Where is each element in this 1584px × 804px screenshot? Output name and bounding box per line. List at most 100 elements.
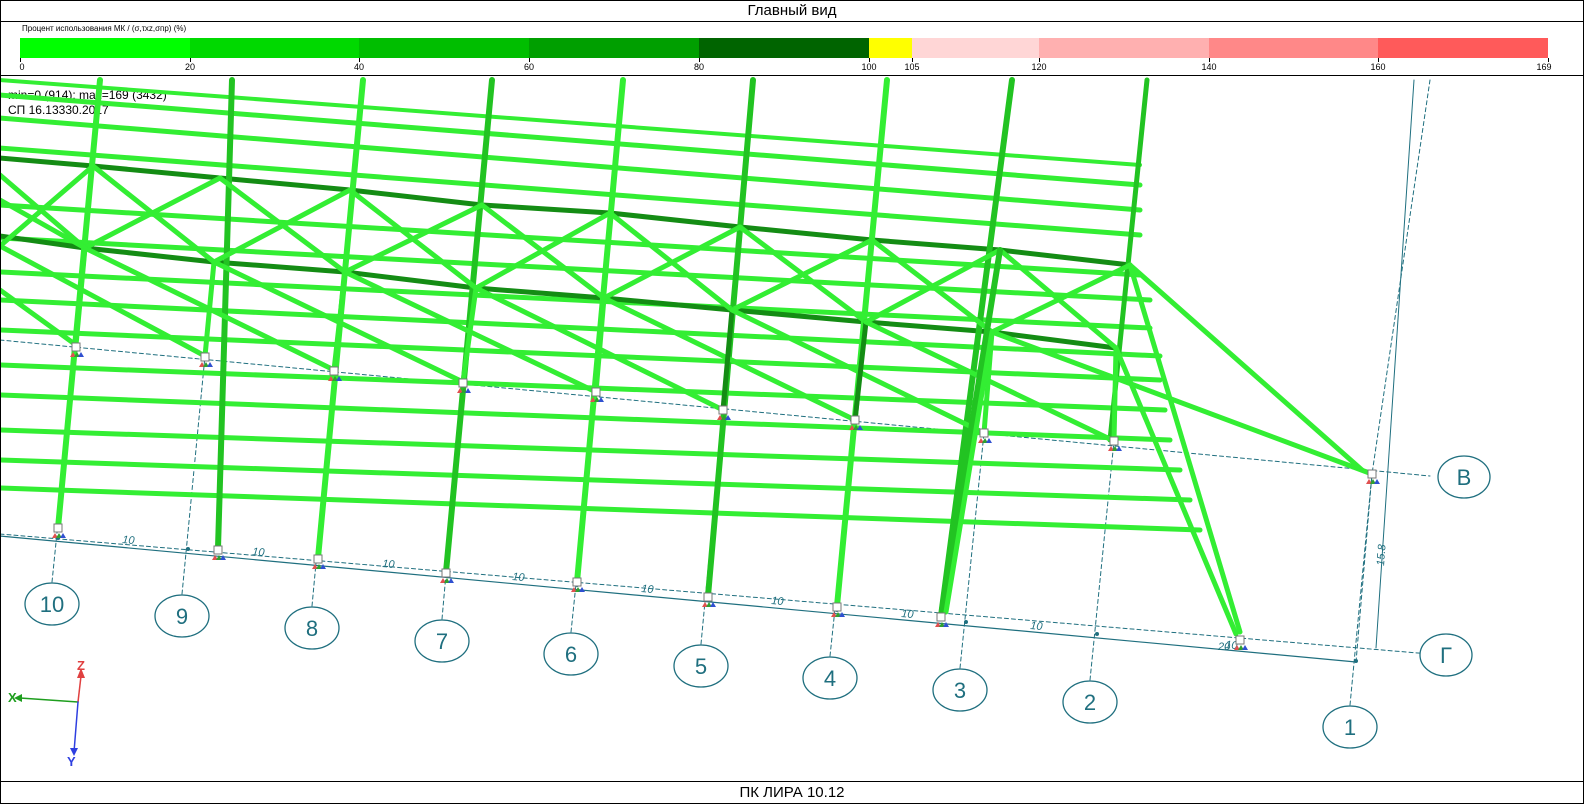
dimension-span-label: 20: [1217, 641, 1231, 653]
legend-tick-label: 40: [353, 62, 365, 72]
support-node: [831, 602, 845, 617]
coordinate-triad: X Z Y: [8, 658, 85, 769]
triad-z-label: Z: [77, 658, 85, 673]
axis-bubble-label: 10: [40, 592, 64, 617]
legend-segment: [529, 38, 699, 58]
dimension-span-label: 10: [512, 571, 526, 584]
support-marker: [207, 362, 213, 367]
node-marker: [200, 352, 210, 362]
brace-member[interactable]: [601, 224, 743, 301]
legend-scale: 0 20 40 60 80 100 105 120 140 160 169: [0, 58, 1584, 74]
node-marker: [441, 568, 451, 578]
legend-tick-label: 0: [19, 62, 25, 72]
support-marker: [1374, 479, 1380, 484]
legend-tick-label: 20: [184, 62, 196, 72]
axis-bubble-column: 2: [1062, 680, 1118, 724]
legend-segment: [359, 38, 529, 58]
axis-bubble-label: 8: [306, 616, 318, 641]
axis-bubble-column: 5: [673, 644, 729, 688]
axis-bubble-label: 6: [565, 642, 577, 667]
legend-segment: [190, 38, 359, 58]
legend-segment: [1039, 38, 1209, 58]
brace-member[interactable]: [0, 287, 79, 348]
support-node: [1234, 635, 1248, 650]
grid-line-column[interactable]: [181, 355, 206, 595]
purlin-member[interactable]: [0, 115, 1143, 213]
dimension-line[interactable]: [0, 535, 1357, 663]
axis-bubble-label: 9: [176, 604, 188, 629]
dimension-tick: [186, 547, 190, 551]
axis-bubble-label: 7: [436, 629, 448, 654]
legend-title: Процент использования МК / (σ,τxz,σпр) (…: [22, 24, 187, 33]
brace-member[interactable]: [473, 210, 613, 291]
legend-segment: [699, 38, 869, 58]
axis-bubble-column: 1: [1322, 705, 1378, 749]
axis-bubble-column: 9: [154, 594, 210, 638]
dimension-tick: [964, 620, 968, 624]
axis-bubble-column: 3: [932, 668, 988, 712]
axis-bubble-label: 3: [954, 678, 966, 703]
support-marker: [448, 578, 454, 583]
legend-segment: [912, 38, 1039, 58]
node-marker: [572, 577, 582, 587]
axis-bubble-column: 10: [24, 582, 80, 626]
node-marker: [213, 545, 223, 555]
end-column-member[interactable]: [1113, 345, 1239, 637]
axis-bubble-label: 1: [1344, 715, 1356, 740]
triad-z-axis[interactable]: [77, 675, 82, 703]
support-node: [717, 405, 731, 420]
axis-bubble-label: В: [1457, 465, 1472, 490]
support-node: [935, 612, 949, 627]
legend-segment: [1378, 38, 1548, 58]
dimension-span-label: 10: [1030, 620, 1044, 633]
node-marker: [703, 592, 713, 602]
node-marker: [1367, 469, 1377, 479]
legend-tick-label: 140: [1201, 62, 1217, 72]
axis-bubble-label: 4: [824, 666, 836, 691]
dimension-tick: [1354, 659, 1358, 663]
node-marker: [936, 612, 946, 622]
support-node: [440, 568, 454, 583]
node-marker: [591, 387, 601, 397]
node-marker: [832, 602, 842, 612]
purlin-member[interactable]: [0, 78, 1142, 167]
grid-line-column[interactable]: [1089, 440, 1115, 681]
dimension-span-label: 10: [771, 595, 785, 608]
triad-x-label: X: [8, 690, 17, 705]
axis-bubble-label: 5: [695, 654, 707, 679]
axis-bubble-row: В: [1437, 455, 1491, 499]
axis-bubble-column: 6: [543, 632, 599, 676]
node-marker: [53, 523, 63, 533]
triad-y-axis[interactable]: [73, 701, 79, 753]
dimension-span-label: 10: [252, 546, 266, 559]
status-bar: ПК ЛИРА 10.12: [1, 781, 1583, 803]
brace-member[interactable]: [1111, 345, 1119, 444]
legend-tick-label: 160: [1370, 62, 1386, 72]
grid-line-extension[interactable]: [1371, 79, 1431, 475]
purlin-member[interactable]: [0, 145, 1143, 238]
dimension-span-label: 10: [641, 583, 655, 596]
support-marker: [60, 533, 66, 538]
node-marker: [71, 342, 81, 352]
model-viewport[interactable]: 10 10 10 10 10 10 10 10 10 20 15.8 10 9 8 7 6 5 4 3 2 1 В Г X…: [0, 76, 1584, 780]
axis-labels-layer: 10 9 8 7 6 5 4 3 2 1 В Г: [24, 455, 1491, 749]
end-column-member[interactable]: [1127, 262, 1243, 635]
dimension-span-label: 10: [901, 608, 915, 621]
support-marker: [78, 352, 84, 357]
dimension-span-label: 10: [382, 558, 396, 571]
legend-tick-label: 80: [693, 62, 705, 72]
support-marker: [1116, 446, 1122, 451]
triad-y-label: Y: [67, 754, 76, 769]
triad-x-axis[interactable]: [19, 697, 79, 703]
axis-bubble-label: 2: [1084, 690, 1096, 715]
node-marker: [718, 405, 728, 415]
legend-tick-label: 120: [1031, 62, 1047, 72]
support-node: [328, 366, 342, 381]
dimension-span-label: 10: [122, 534, 136, 547]
legend-tick-label: 60: [523, 62, 535, 72]
legend-segment: [869, 38, 912, 58]
axis-bubble-column: 7: [414, 619, 470, 663]
support-marker: [1242, 645, 1248, 650]
dimension-tick: [1095, 632, 1099, 636]
legend-segment: [1209, 38, 1378, 58]
